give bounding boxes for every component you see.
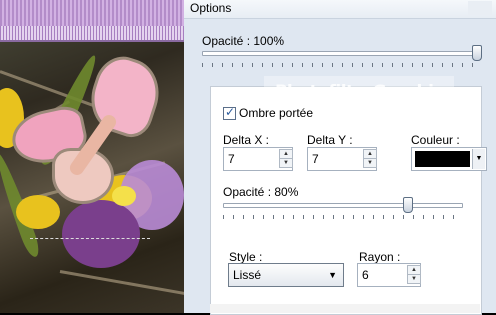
delta-y-label: Delta Y : (307, 133, 353, 147)
shadow-opacity-label: Opacité : 80% (223, 185, 299, 199)
style-dropdown[interactable]: Lissé ▼ (228, 263, 344, 287)
radius-label: Rayon : (359, 250, 401, 264)
lace-border-top (0, 0, 184, 26)
delta-x-label: Delta X : (223, 133, 270, 147)
shadow-checkbox-label: Ombre portée (239, 106, 314, 120)
chevron-down-icon[interactable]: ▼ (472, 149, 485, 169)
selection-marquee (30, 238, 150, 239)
radius-down-button[interactable]: ▼ (407, 274, 421, 284)
close-button[interactable] (468, 1, 492, 15)
color-swatch (415, 151, 470, 167)
opacity-label: Opacité : 100% (202, 34, 285, 48)
opacity-slider-ticks (202, 63, 482, 67)
color-picker[interactable]: ▼ (411, 147, 487, 171)
lace-border-bottom (0, 26, 184, 42)
delta-y-down-button[interactable]: ▼ (363, 158, 377, 168)
style-label: Style : (229, 250, 263, 264)
shadow-opacity-slider-thumb[interactable] (403, 197, 413, 213)
title-bar: Options (184, 0, 496, 19)
opacity-slider-track[interactable] (202, 51, 482, 56)
delta-y-spinner[interactable]: 7 ▲ ▼ (307, 147, 377, 171)
shadow-opacity-slider-ticks (223, 215, 463, 219)
radius-value: 6 (362, 268, 369, 282)
style-selected: Lissé (233, 268, 262, 282)
opacity-slider-thumb[interactable] (472, 45, 482, 61)
radius-spinner[interactable]: 6 ▲ ▼ (357, 263, 421, 287)
canvas-preview (0, 0, 184, 313)
delta-y-value: 7 (312, 152, 319, 166)
watermark: PhotofiltreGraphic (264, 76, 454, 108)
delta-x-value: 7 (228, 152, 235, 166)
options-dialog: Options Opacité : 100% ✓ Ombre portée De… (184, 0, 496, 315)
delta-x-spinner[interactable]: 7 ▲ ▼ (223, 147, 293, 171)
color-label: Couleur : (411, 133, 460, 147)
panel-bottom-strip (210, 304, 480, 313)
dropdown-arrow-icon: ▼ (328, 270, 337, 280)
delta-x-down-button[interactable]: ▼ (279, 158, 293, 168)
shadow-opacity-slider-track[interactable] (223, 203, 463, 208)
window-title: Options (190, 1, 232, 15)
check-mark-icon: ✓ (225, 105, 236, 119)
shadow-checkbox[interactable]: ✓ (223, 105, 236, 120)
